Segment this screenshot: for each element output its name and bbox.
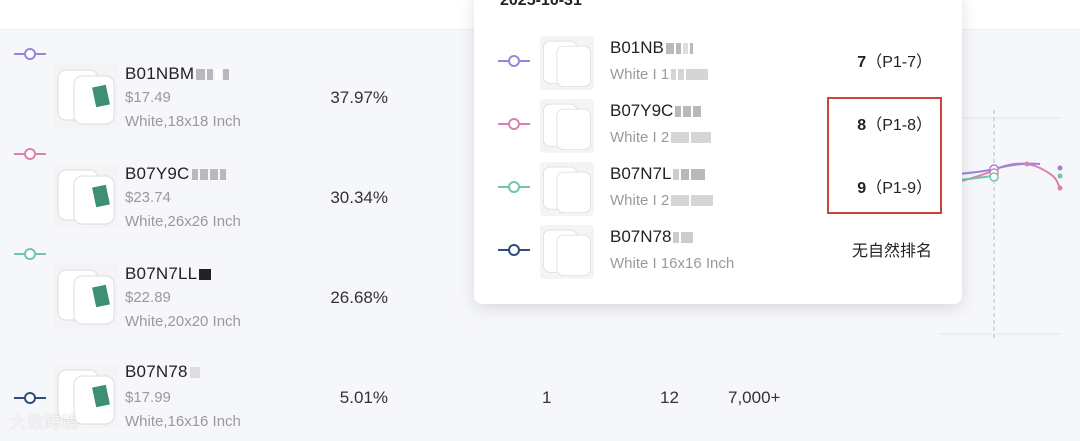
product-price: $23.74 [125,189,171,206]
tooltip-variant: White I 1 [610,66,710,84]
series-legend-icon [498,55,530,67]
product-variant: White,18x18 Inch [125,113,241,130]
series-legend-icon [498,244,530,256]
share-value: 5.01% [339,388,388,407]
product-thumbnail [540,99,594,153]
tooltip-rank: 7（P1-7） [857,54,932,71]
tooltip-variant: White I 2 [610,192,715,210]
series-line-pink [957,162,1061,189]
product-asin[interactable]: B07N7LL [125,264,213,285]
share-value: 26.68% [330,288,388,307]
tooltip-asin: B01NB [610,38,695,59]
highlight-annotation-box [827,97,942,214]
product-thumbnail [540,36,594,90]
tooltip-rank-none: 无自然排名 [851,243,932,260]
series-legend-icon [14,248,46,260]
product-variant: White,16x16 Inch [125,413,241,430]
series-legend-icon [14,148,46,160]
product-thumbnail[interactable] [54,64,118,128]
share-value: 30.34% [330,188,388,207]
series-legend-icon [498,181,530,193]
data-point[interactable] [1057,165,1063,171]
table-row[interactable]: B07N78 $17.99 White,16x16 Inch 5.01% 1 1… [0,347,1080,441]
product-thumbnail[interactable] [54,164,118,228]
tooltip-asin: B07N78 [610,227,695,248]
metric-value: 1 [542,388,552,407]
tooltip-item: B01NB White I 1 7（P1-7） [474,32,962,94]
product-price: $17.49 [125,89,171,106]
series-legend-icon [498,118,530,130]
tooltip-date: 2025-10-31 [500,0,582,9]
product-thumbnail [540,225,594,279]
watermark: 大数跨境 [10,413,78,432]
tooltip-asin: B07Y9C [610,101,703,122]
tooltip-item: B07N78 White I 16x16 Inch 无自然排名 [474,221,962,283]
metric-value: 7,000+ [728,388,781,407]
series-legend-icon [14,48,46,60]
data-point[interactable] [1024,161,1030,167]
product-thumbnail [540,162,594,216]
data-point[interactable] [1057,185,1063,191]
product-variant: White,26x26 Inch [125,213,241,230]
product-asin[interactable]: B01NBM [125,64,231,85]
data-point[interactable] [1057,173,1063,179]
product-price: $17.99 [125,389,171,406]
tooltip-variant: White I 16x16 Inch [610,255,735,272]
tooltip-variant: White I 2 [610,129,713,147]
product-thumbnail[interactable] [54,264,118,328]
data-point[interactable] [989,172,999,182]
product-asin[interactable]: B07Y9C [125,164,228,185]
metric-value: 12 [660,388,679,407]
product-price: $22.89 [125,289,171,306]
series-legend-icon [14,392,46,404]
chart-tooltip: 2025-10-31 B01NB White I 1 7（P1-7） B07Y9… [474,0,962,304]
tooltip-asin: B07N7L [610,164,707,185]
product-variant: White,20x20 Inch [125,313,241,330]
product-asin[interactable]: B07N78 [125,362,202,383]
share-value: 37.97% [330,88,388,107]
